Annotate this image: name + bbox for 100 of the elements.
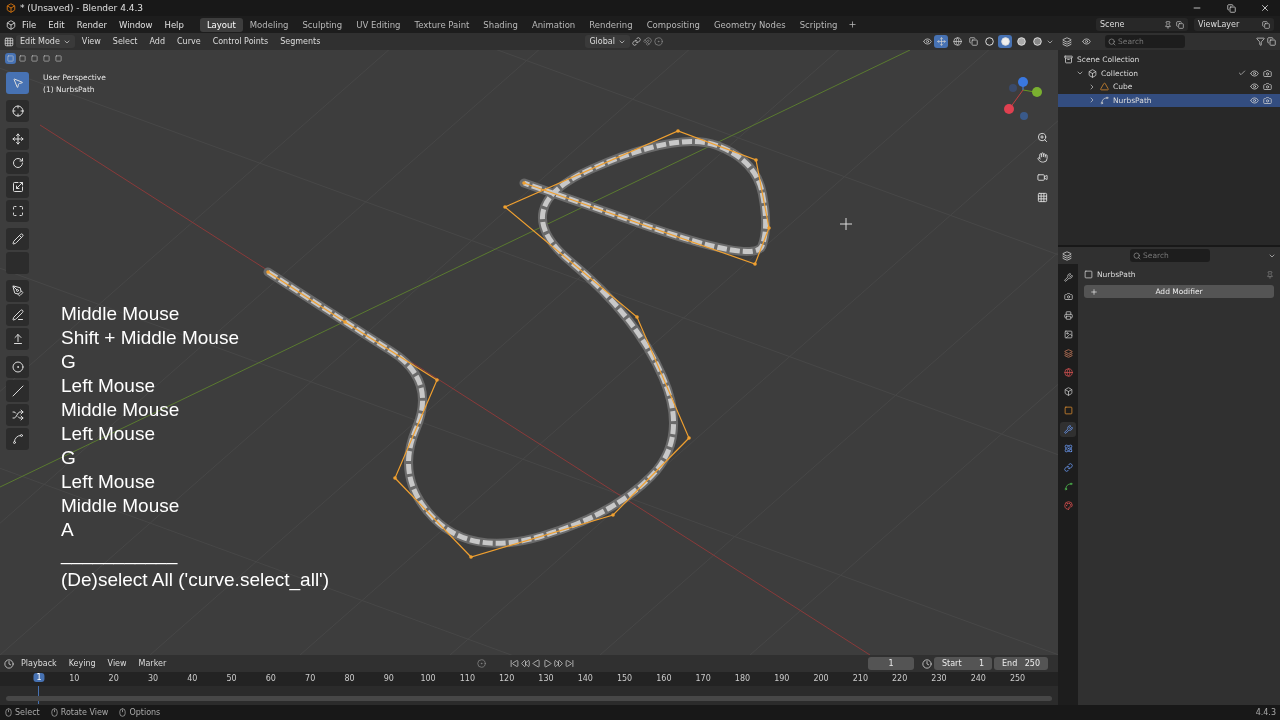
extrude-tool-button[interactable]: [6, 328, 29, 350]
header-menu[interactable]: View: [76, 37, 106, 46]
shading-button[interactable]: [998, 35, 1012, 48]
workspace-tab[interactable]: Texture Paint: [407, 17, 477, 32]
gizmo-toggle[interactable]: [934, 35, 948, 48]
modifiers-tab[interactable]: [1060, 422, 1076, 437]
orientation-dropdown[interactable]: Global: [585, 35, 630, 48]
radius-icon: [11, 361, 24, 373]
snap-icon[interactable]: [642, 37, 652, 46]
add-workspace-icon[interactable]: [848, 20, 858, 29]
record-icon[interactable]: [477, 659, 486, 668]
eye-icon[interactable]: [1250, 95, 1259, 105]
pen-tool-button[interactable]: [6, 304, 29, 326]
shading-button[interactable]: [1030, 35, 1044, 48]
hand-icon: [1036, 151, 1048, 163]
app-menu-icon[interactable]: [6, 19, 16, 30]
workspace-tab[interactable]: Animation: [524, 17, 583, 32]
render-icon[interactable]: [1263, 82, 1272, 92]
workspace-tab[interactable]: Rendering: [582, 17, 640, 32]
workspace-tab[interactable]: Shading: [476, 17, 525, 32]
render-icon: [1063, 292, 1073, 301]
frame-number: 130: [538, 674, 554, 683]
move-tool-button[interactable]: [6, 128, 29, 150]
scale-icon: [11, 181, 24, 193]
header-menu[interactable]: Curve: [172, 37, 206, 46]
start-frame-field[interactable]: Start 1: [934, 657, 992, 670]
overlay-toggle[interactable]: [950, 35, 964, 48]
transform-tool-button[interactable]: [6, 200, 29, 222]
version-text: 4.4.3: [1255, 708, 1276, 717]
cursor-tool-button[interactable]: [6, 100, 29, 122]
xray-toggle[interactable]: [966, 35, 980, 48]
select-mode-button[interactable]: [5, 53, 16, 64]
editor-type-icon[interactable]: [4, 658, 14, 669]
eye-icon[interactable]: [1250, 82, 1259, 92]
curve-tool-button[interactable]: [6, 428, 29, 450]
shading-button[interactable]: [1014, 35, 1028, 48]
play-reverse-icon[interactable]: [532, 659, 541, 668]
separator-text: ___________: [61, 542, 179, 566]
mode-dropdown[interactable]: Edit Mode: [16, 35, 75, 48]
workspace-tab[interactable]: Modeling: [242, 17, 296, 32]
timeline-menu[interactable]: Playback: [16, 659, 62, 668]
workspace-tab[interactable]: Sculpting: [295, 17, 350, 32]
stopwatch-icon[interactable]: [922, 658, 932, 669]
shading-button[interactable]: [982, 35, 996, 48]
next-keyframe-icon[interactable]: [554, 659, 563, 668]
workspace-tab[interactable]: Geometry Nodes: [706, 17, 793, 32]
previous-keyframe-icon[interactable]: [521, 659, 530, 668]
radius-tool-button[interactable]: [6, 356, 29, 378]
display-mode-icon[interactable]: [1082, 37, 1091, 46]
timeline-menu[interactable]: View: [102, 659, 132, 668]
frame-number: 90: [383, 674, 394, 683]
select-tool-button[interactable]: [6, 72, 29, 94]
filter-icon[interactable]: [1256, 37, 1265, 46]
workspace-tab[interactable]: Layout: [199, 17, 243, 32]
pivot-icon[interactable]: [631, 37, 641, 46]
view-layer-selector[interactable]: ViewLayer: [1194, 18, 1274, 31]
end-frame-field[interactable]: End 250: [994, 657, 1048, 670]
visibility-icon[interactable]: [923, 37, 932, 46]
checkbox-icon[interactable]: [1238, 69, 1246, 78]
new-collection-icon[interactable]: [1267, 37, 1276, 46]
render-icon[interactable]: [1263, 95, 1272, 105]
curve-icon: [11, 433, 24, 445]
keystroke-text: Middle Mouse: [61, 494, 181, 518]
render-icon[interactable]: [1263, 68, 1272, 78]
play-icon[interactable]: [543, 659, 552, 668]
jump-start-icon[interactable]: [510, 659, 519, 668]
eye-icon[interactable]: [1250, 68, 1259, 78]
timeline-menu[interactable]: Keying: [63, 659, 101, 668]
rotate-tool-button[interactable]: [6, 152, 29, 174]
editor-type-icon[interactable]: [1062, 36, 1072, 47]
menu-item[interactable]: Help: [158, 19, 190, 30]
scrollbar[interactable]: [6, 696, 1052, 701]
zoom-icon: [1036, 131, 1048, 143]
frame-number: 10: [69, 674, 80, 683]
header-menu[interactable]: Select: [107, 37, 143, 46]
annotate-tool-button[interactable]: [6, 228, 29, 250]
header-menu[interactable]: Add: [144, 37, 170, 46]
keystroke-text: Shift + Middle Mouse: [61, 326, 240, 350]
menu-item[interactable]: Edit: [42, 19, 71, 30]
header-menu[interactable]: Segments: [275, 37, 326, 46]
scene-selector[interactable]: Scene: [1096, 18, 1188, 31]
cursor-icon: [839, 217, 853, 231]
workspace-tab[interactable]: Scripting: [792, 17, 845, 32]
editor-type-icon[interactable]: [4, 36, 14, 47]
menu-item[interactable]: Render: [70, 19, 113, 30]
proportional-icon[interactable]: [653, 37, 663, 46]
randomize-tool-button[interactable]: [6, 404, 29, 426]
editor-type-icon[interactable]: [1062, 250, 1072, 261]
workspace-tab[interactable]: UV Editing: [349, 17, 408, 32]
menu-item[interactable]: Window: [112, 19, 159, 30]
menu-item[interactable]: File: [16, 19, 43, 30]
current-frame-marker[interactable]: 1: [33, 673, 45, 682]
jump-end-icon[interactable]: [565, 659, 574, 668]
timeline-menu[interactable]: Marker: [133, 659, 172, 668]
header-menu[interactable]: Control Points: [207, 37, 274, 46]
material-icon: [1063, 501, 1073, 510]
workspace-tab[interactable]: Compositing: [639, 17, 707, 32]
scale-tool-button[interactable]: [6, 176, 29, 198]
draw-tool-button[interactable]: [6, 280, 29, 302]
current-frame-field[interactable]: 1: [868, 657, 914, 670]
